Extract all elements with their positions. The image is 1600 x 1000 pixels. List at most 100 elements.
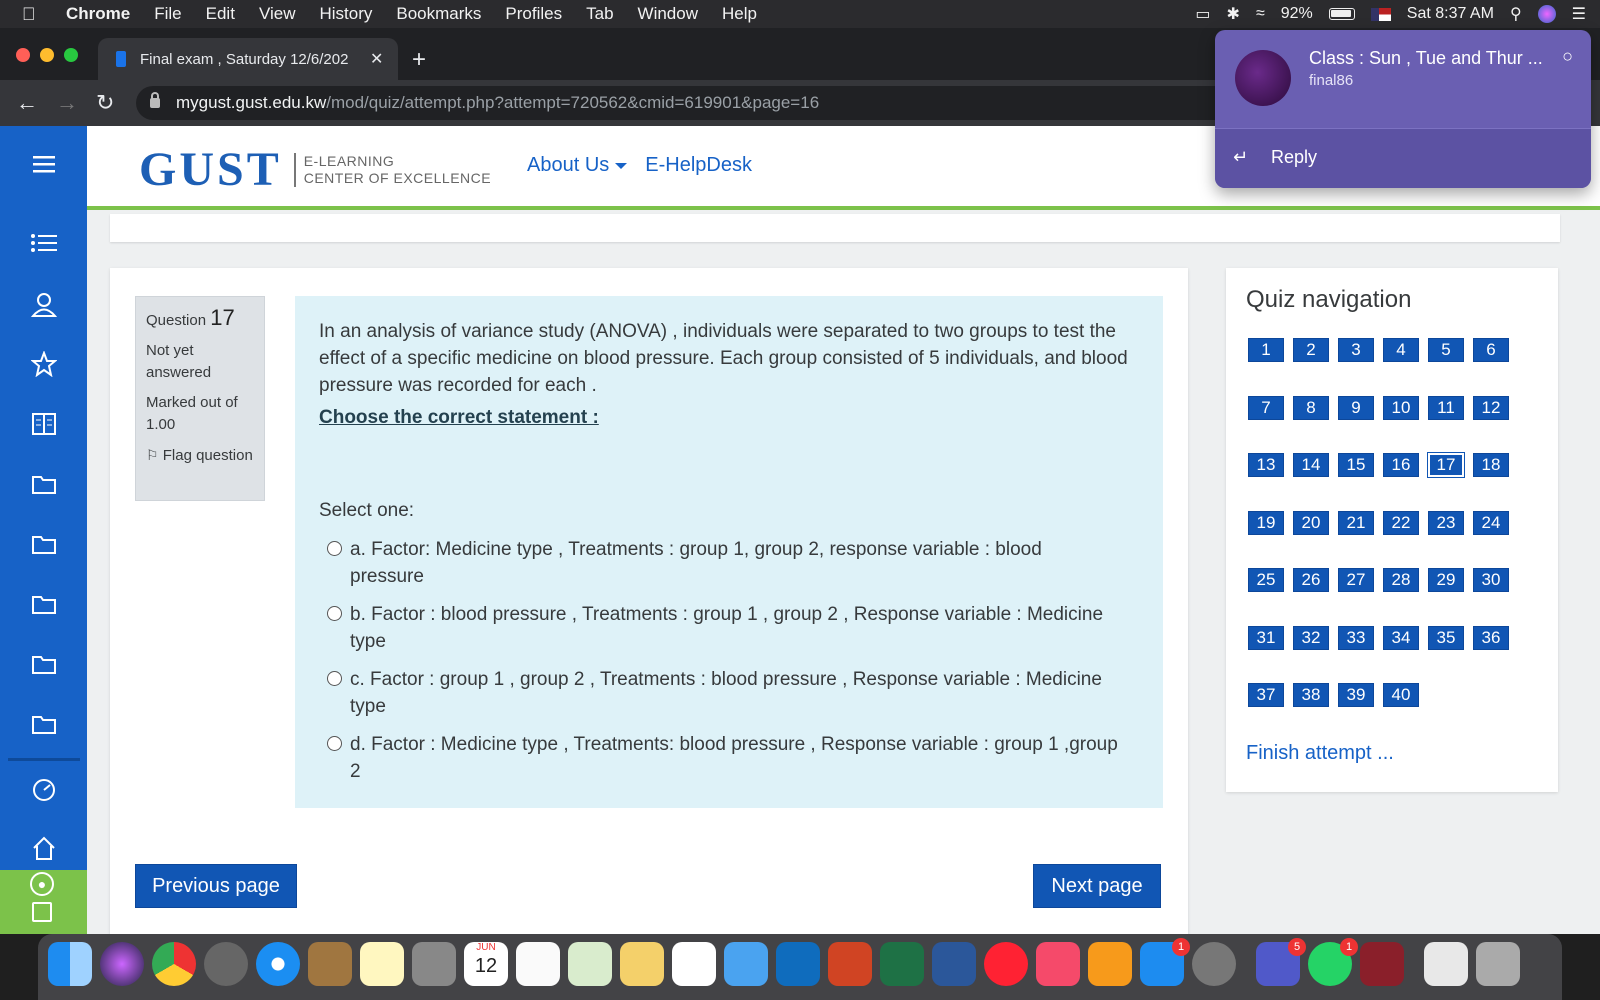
quiz-nav-button[interactable]: 18 [1473, 453, 1509, 477]
quiz-nav-button[interactable]: 16 [1383, 453, 1419, 477]
finish-attempt-link[interactable]: Finish attempt ... [1246, 742, 1394, 765]
list-icon[interactable] [0, 219, 87, 267]
pages-icon[interactable] [620, 942, 664, 986]
previous-page-button[interactable]: Previous page [135, 864, 297, 908]
quiz-nav-button[interactable]: 25 [1248, 568, 1284, 592]
notes-book-icon[interactable] [308, 942, 352, 986]
safari-icon[interactable] [256, 942, 300, 986]
quiz-nav-button[interactable]: 37 [1248, 683, 1284, 707]
outlook-icon[interactable] [776, 942, 820, 986]
quiz-nav-button[interactable]: 39 [1338, 683, 1374, 707]
helpdesk-link[interactable]: E-HelpDesk [645, 154, 752, 177]
teams-icon[interactable]: 5 [1256, 938, 1306, 986]
quiz-nav-button[interactable]: 23 [1428, 510, 1464, 535]
quiz-nav-button[interactable]: 28 [1383, 568, 1419, 592]
quiz-nav-button[interactable]: 13 [1248, 453, 1284, 477]
quiz-nav-button[interactable]: 15 [1338, 453, 1374, 477]
folder-icon[interactable] [0, 700, 87, 748]
spotlight-search-icon[interactable]: ⚲ [1510, 4, 1522, 24]
quiz-nav-button[interactable]: 21 [1338, 510, 1374, 535]
quiz-nav-button[interactable]: 20 [1293, 510, 1329, 535]
flag-icon[interactable] [1370, 7, 1391, 21]
quiz-nav-button[interactable]: 19 [1248, 510, 1284, 535]
quiz-nav-button[interactable]: 34 [1383, 625, 1419, 650]
apple-menu-icon[interactable]:  [22, 4, 52, 25]
menu-tab[interactable]: Tab [586, 4, 613, 24]
wifi-icon[interactable]: ≈ [1256, 5, 1265, 23]
quiz-nav-button[interactable]: 17 [1428, 453, 1464, 477]
quiz-nav-button[interactable]: 40 [1383, 683, 1419, 707]
answer-option-d[interactable]: d. Factor : Medicine type , Treatments: … [319, 731, 1119, 785]
bluetooth-icon[interactable]: ✱ [1227, 4, 1240, 24]
photo-booth-icon[interactable] [1360, 942, 1404, 986]
folder-icon[interactable] [0, 580, 87, 628]
calendar-app-icon[interactable]: JUN 12 [464, 942, 508, 986]
quiz-nav-button[interactable]: 14 [1293, 453, 1329, 477]
powerpoint-icon[interactable] [828, 942, 872, 986]
quiz-nav-button[interactable]: 32 [1293, 625, 1329, 650]
keynote-icon[interactable] [724, 942, 768, 986]
folder-icon[interactable] [0, 460, 87, 508]
dashboard-gauge-icon[interactable] [0, 766, 87, 814]
quiz-nav-button[interactable]: 26 [1293, 568, 1329, 592]
radio-button-a[interactable] [327, 541, 342, 556]
siri-icon[interactable] [100, 942, 144, 986]
word-icon[interactable] [932, 942, 976, 986]
menu-window[interactable]: Window [638, 4, 698, 24]
menu-view[interactable]: View [259, 4, 296, 24]
quiz-nav-button[interactable]: 38 [1293, 683, 1329, 707]
app-store-icon[interactable]: 1 [1140, 938, 1190, 986]
stickies-icon[interactable] [360, 942, 404, 986]
news-icon[interactable] [984, 942, 1028, 986]
quiz-nav-button[interactable]: 7 [1248, 395, 1284, 420]
answer-option-b[interactable]: b. Factor : blood pressure , Treatments … [319, 601, 1119, 655]
quiz-nav-button[interactable]: 31 [1248, 625, 1284, 650]
minimize-window-button[interactable] [40, 48, 54, 62]
excel-icon[interactable] [880, 942, 924, 986]
numbers-icon[interactable] [672, 942, 716, 986]
downloads-stack-icon[interactable] [1424, 942, 1468, 986]
next-page-button[interactable]: Next page [1033, 864, 1161, 908]
hamburger-menu-icon[interactable] [0, 140, 87, 188]
quiz-nav-button[interactable]: 6 [1473, 338, 1509, 362]
flag-question-link[interactable]: ⚐ Flag question [146, 444, 254, 467]
teams-notification[interactable]: Class : Sun , Tue and Thur ... final86 ○… [1215, 30, 1591, 188]
quiz-nav-button[interactable]: 11 [1428, 395, 1464, 420]
quiz-nav-button[interactable]: 8 [1293, 395, 1329, 420]
quiz-nav-button[interactable]: 1 [1248, 338, 1284, 362]
quiz-nav-button[interactable]: 29 [1428, 568, 1464, 592]
reminders-icon[interactable] [516, 942, 560, 986]
menu-edit[interactable]: Edit [206, 4, 235, 24]
quiz-nav-button[interactable]: 30 [1473, 568, 1509, 592]
quiz-nav-button[interactable]: 2 [1293, 338, 1329, 362]
battery-icon[interactable] [1328, 8, 1355, 20]
radio-button-c[interactable] [327, 671, 342, 686]
quiz-nav-button[interactable]: 10 [1383, 395, 1419, 420]
whatsapp-icon[interactable]: 1 [1308, 938, 1358, 986]
star-icon[interactable] [0, 340, 87, 388]
music-icon[interactable] [1036, 942, 1080, 986]
home-icon[interactable] [0, 824, 87, 872]
quiz-nav-button[interactable]: 35 [1428, 625, 1464, 650]
quiz-nav-button[interactable]: 36 [1473, 625, 1509, 650]
chrome-icon[interactable] [152, 942, 196, 986]
system-preferences-icon[interactable] [1192, 942, 1236, 986]
answer-option-c[interactable]: c. Factor : group 1 , group 2 , Treatmen… [319, 666, 1119, 720]
quiz-nav-button[interactable]: 27 [1338, 568, 1374, 592]
siri-icon[interactable] [1537, 5, 1556, 23]
calendar-icon[interactable] [32, 902, 52, 922]
participants-icon[interactable] [0, 280, 87, 328]
back-arrow-icon[interactable]: ← [16, 90, 38, 116]
radio-button-b[interactable] [327, 606, 342, 621]
quiz-nav-button[interactable]: 3 [1338, 338, 1374, 362]
airplay-icon[interactable]: ▭ [1195, 4, 1210, 24]
menu-bookmarks[interactable]: Bookmarks [396, 4, 481, 24]
address-bar[interactable]: mygust.gust.edu.kw/mod/quiz/attempt.php?… [136, 86, 1236, 120]
grades-book-icon[interactable] [0, 400, 87, 448]
books-icon[interactable] [1088, 942, 1132, 986]
quiz-nav-button[interactable]: 4 [1383, 338, 1419, 362]
folder-icon[interactable] [0, 520, 87, 568]
answer-option-a[interactable]: a. Factor: Medicine type , Treatments : … [319, 536, 1119, 590]
quiz-nav-button[interactable]: 24 [1473, 510, 1509, 535]
finder-icon[interactable] [48, 942, 92, 986]
